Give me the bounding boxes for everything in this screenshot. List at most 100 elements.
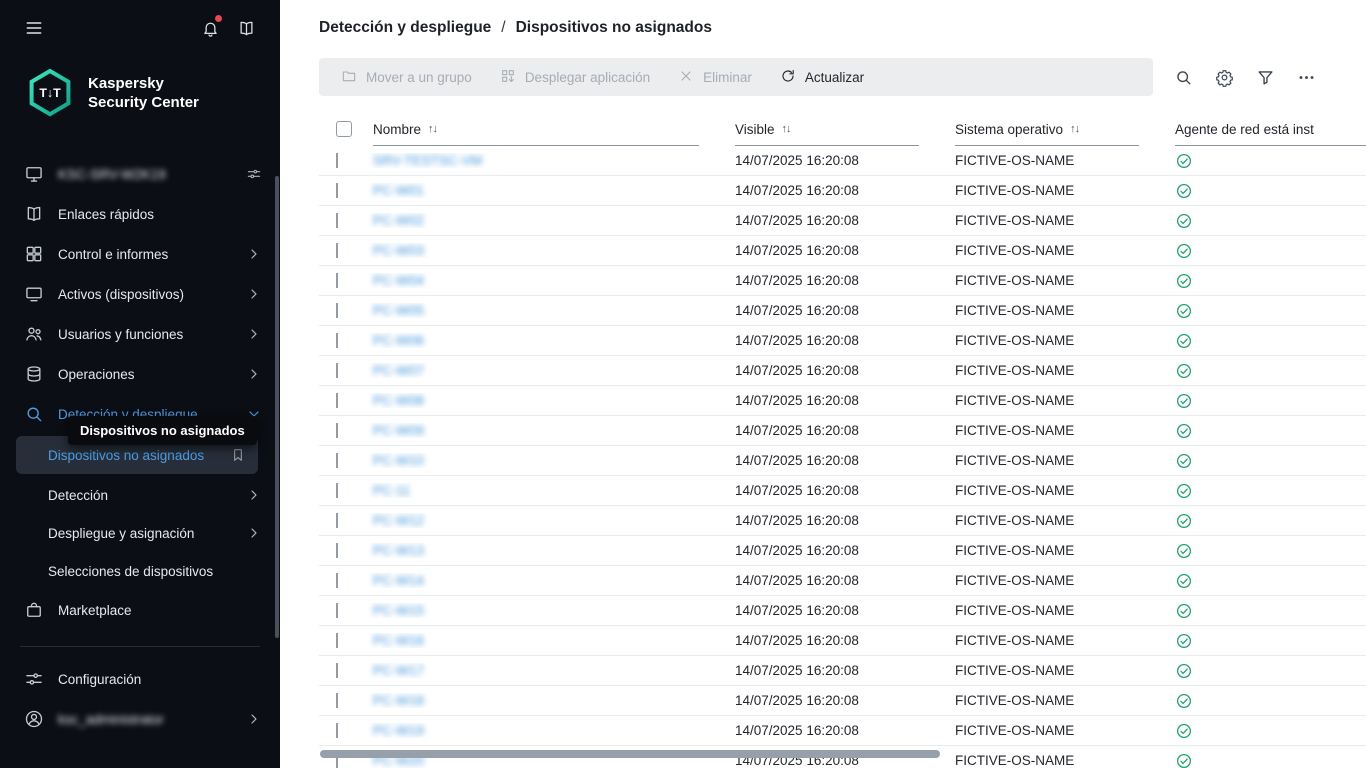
table-row: PC-W15 14/07/2025 16:20:08 FICTIVE-OS-NA… — [319, 596, 1366, 626]
sidebar-subitem-device-selections[interactable]: Selecciones de dispositivos — [0, 552, 280, 590]
cell-os: FICTIVE-OS-NAME — [935, 423, 1155, 438]
breadcrumb-parent[interactable]: Detección y despliegue — [319, 19, 491, 37]
table-row: PC-W17 14/07/2025 16:20:08 FICTIVE-OS-NA… — [319, 656, 1366, 686]
device-name-link[interactable]: PC-W10 — [373, 453, 424, 468]
device-name-link[interactable]: PC-W14 — [373, 573, 424, 588]
device-name-link[interactable]: PC-W07 — [373, 363, 424, 378]
server-properties-sliders-icon[interactable] — [246, 166, 262, 182]
delete-button[interactable]: Eliminar — [664, 58, 766, 96]
cell-os: FICTIVE-OS-NAME — [935, 153, 1155, 168]
cell-visible: 14/07/2025 16:20:08 — [715, 603, 935, 618]
device-name-link[interactable]: PC-W19 — [373, 723, 424, 738]
device-name-link[interactable]: PC-W08 — [373, 393, 424, 408]
sidebar-item-quick-links[interactable]: Enlaces rápidos — [0, 194, 280, 234]
sidebar-item-monitoring[interactable]: Control e informes — [0, 234, 280, 274]
refresh-button[interactable]: Actualizar — [766, 58, 878, 96]
device-name-link[interactable]: PC-W06 — [373, 333, 424, 348]
device-name-link[interactable]: PC-W09 — [373, 423, 424, 438]
cell-visible: 14/07/2025 16:20:08 — [715, 393, 935, 408]
cell-visible: 14/07/2025 16:20:08 — [715, 633, 935, 648]
cell-os: FICTIVE-OS-NAME — [935, 663, 1155, 678]
sort-icon[interactable]: ↑↓ — [1070, 123, 1079, 135]
gear-icon[interactable] — [1210, 63, 1238, 91]
quick-links-book-icon — [24, 204, 44, 224]
page-title: Dispositivos no asignados — [516, 19, 712, 37]
table-row: PC-W09 14/07/2025 16:20:08 FICTIVE-OS-NA… — [319, 416, 1366, 446]
row-checkbox[interactable] — [336, 723, 338, 738]
device-name-link[interactable]: PC-W12 — [373, 513, 424, 528]
row-checkbox[interactable] — [336, 153, 338, 168]
row-checkbox[interactable] — [336, 243, 338, 258]
device-name-link[interactable]: PC-W16 — [373, 633, 424, 648]
search-icon[interactable] — [1169, 63, 1197, 91]
row-checkbox[interactable] — [336, 573, 338, 588]
cell-os: FICTIVE-OS-NAME — [935, 393, 1155, 408]
table-row: PC-W05 14/07/2025 16:20:08 FICTIVE-OS-NA… — [319, 296, 1366, 326]
agent-installed-check-icon — [1175, 152, 1193, 170]
sidebar-item-marketplace[interactable]: Marketplace — [0, 590, 280, 630]
row-checkbox[interactable] — [336, 273, 338, 288]
toolbar: Mover a un grupo Desplegar aplicación El… — [319, 58, 1153, 96]
column-header-agent[interactable]: Agente de red está inst — [1155, 112, 1366, 146]
column-header-visible[interactable]: Visible ↑↓ — [715, 112, 935, 146]
row-checkbox[interactable] — [336, 603, 338, 618]
sidebar-item-users[interactable]: Usuarios y funciones — [0, 314, 280, 354]
horizontal-scrollbar[interactable] — [320, 750, 940, 758]
device-name-link[interactable]: PC-W04 — [373, 273, 424, 288]
row-checkbox[interactable] — [336, 693, 338, 708]
row-checkbox[interactable] — [336, 303, 338, 318]
move-to-group-button[interactable]: Mover a un grupo — [327, 58, 486, 96]
agent-installed-check-icon — [1175, 302, 1193, 320]
notification-dot — [215, 15, 222, 22]
row-checkbox[interactable] — [336, 543, 338, 558]
row-checkbox[interactable] — [336, 213, 338, 228]
sidebar-item-server[interactable]: KSC-SRV-W2K19 — [0, 154, 280, 194]
row-checkbox[interactable] — [336, 183, 338, 198]
device-name-link[interactable]: PC-W01 — [373, 183, 424, 198]
sidebar-item-user-account[interactable]: ksc_administrator — [0, 699, 280, 739]
device-name-link[interactable]: PC-11 — [373, 483, 410, 498]
sidebar-item-settings[interactable]: Configuración — [0, 659, 280, 699]
devices-table: Nombre ↑↓ Visible ↑↓ Sistema operativo ↑… — [319, 112, 1366, 768]
device-name-link[interactable]: PC-W17 — [373, 663, 424, 678]
sidebar-vertical-scrollbar[interactable] — [275, 176, 279, 638]
cell-os: FICTIVE-OS-NAME — [935, 513, 1155, 528]
notifications-bell-icon[interactable] — [198, 16, 222, 40]
device-name-link[interactable]: SRV-TESTSC-VM — [373, 153, 482, 168]
sidebar-item-assets[interactable]: Activos (dispositivos) — [0, 274, 280, 314]
deploy-application-button[interactable]: Desplegar aplicación — [486, 58, 664, 96]
sort-icon[interactable]: ↑↓ — [782, 123, 791, 135]
device-name-link[interactable]: PC-W18 — [373, 693, 424, 708]
device-name-link[interactable]: PC-W03 — [373, 243, 424, 258]
row-checkbox[interactable] — [336, 483, 338, 498]
row-checkbox[interactable] — [336, 453, 338, 468]
sidebar-item-operations[interactable]: Operaciones — [0, 354, 280, 394]
column-header-name[interactable]: Nombre ↑↓ — [357, 112, 715, 146]
row-checkbox[interactable] — [336, 423, 338, 438]
sidebar-subitem-deployment[interactable]: Despliegue y asignación — [0, 514, 280, 552]
filter-funnel-icon[interactable] — [1251, 63, 1279, 91]
hamburger-menu-icon[interactable] — [22, 16, 46, 40]
table-row: PC-W12 14/07/2025 16:20:08 FICTIVE-OS-NA… — [319, 506, 1366, 536]
column-header-os[interactable]: Sistema operativo ↑↓ — [935, 112, 1155, 146]
monitoring-label: Control e informes — [58, 247, 232, 262]
table-row: PC-W13 14/07/2025 16:20:08 FICTIVE-OS-NA… — [319, 536, 1366, 566]
user-account-icon — [24, 709, 44, 729]
agent-installed-check-icon — [1175, 632, 1193, 650]
row-checkbox[interactable] — [336, 393, 338, 408]
bookmark-icon[interactable] — [230, 447, 246, 463]
more-options-ellipsis-icon[interactable] — [1292, 63, 1320, 91]
device-name-link[interactable]: PC-W02 — [373, 213, 424, 228]
sidebar-subitem-detection[interactable]: Detección — [0, 476, 280, 514]
documentation-book-icon[interactable] — [234, 16, 258, 40]
row-checkbox[interactable] — [336, 633, 338, 648]
device-name-link[interactable]: PC-W13 — [373, 543, 424, 558]
row-checkbox[interactable] — [336, 513, 338, 528]
select-all-checkbox[interactable] — [336, 121, 352, 137]
row-checkbox[interactable] — [336, 333, 338, 348]
device-name-link[interactable]: PC-W15 — [373, 603, 424, 618]
device-name-link[interactable]: PC-W05 — [373, 303, 424, 318]
sort-icon[interactable]: ↑↓ — [428, 123, 437, 135]
row-checkbox[interactable] — [336, 363, 338, 378]
row-checkbox[interactable] — [336, 663, 338, 678]
